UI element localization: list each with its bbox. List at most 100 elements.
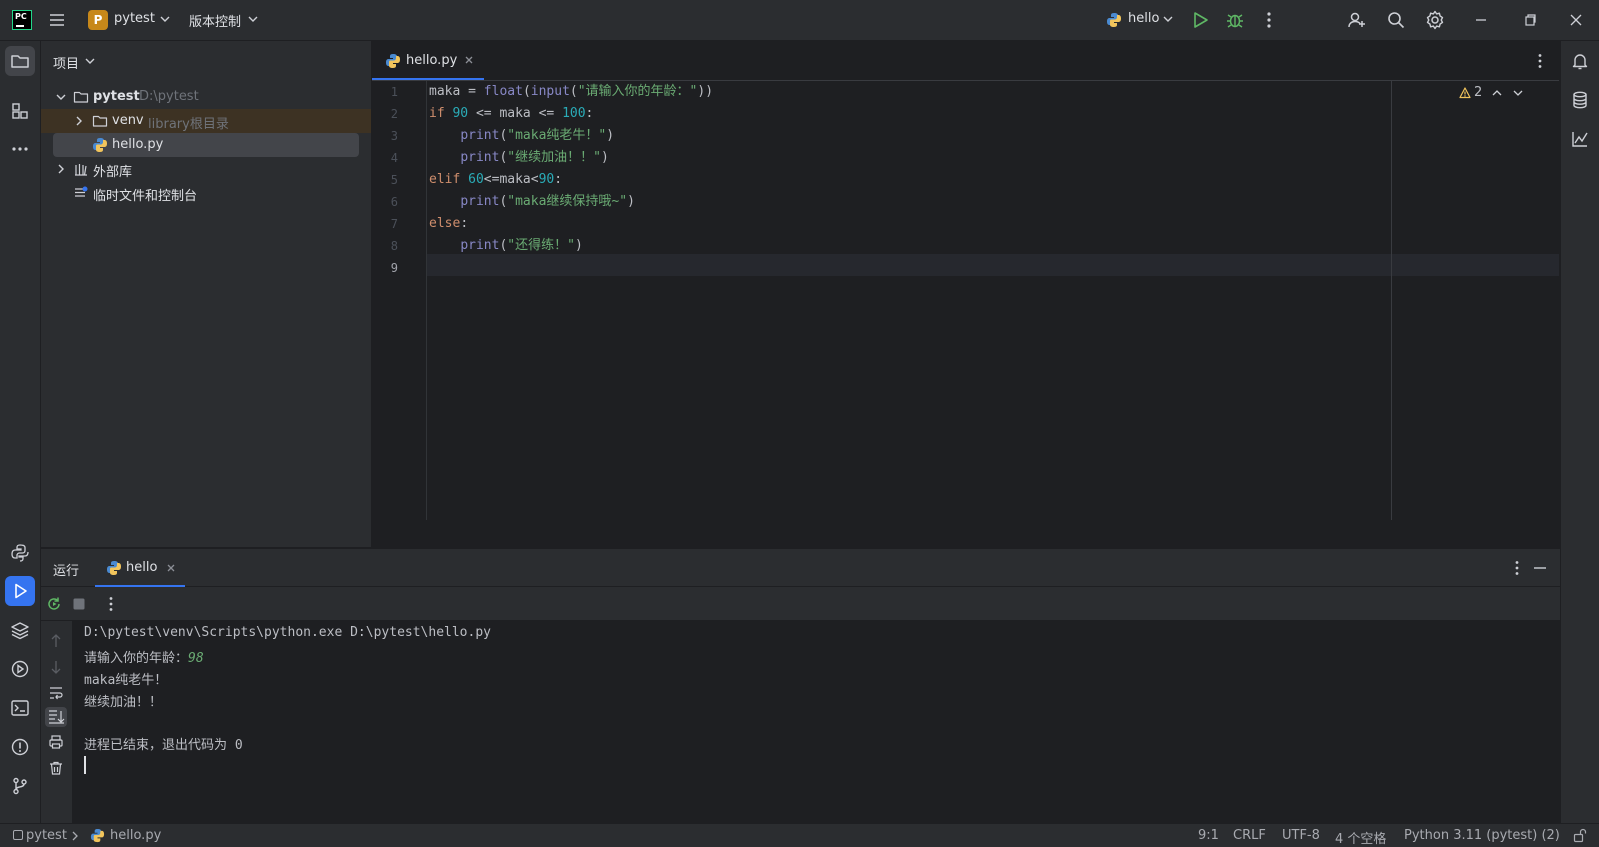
tree-item-hello-py[interactable]: hello.py (53, 133, 359, 157)
run-config-selector[interactable]: hello (1128, 11, 1159, 26)
python-file-icon (90, 828, 105, 843)
code-line-6[interactable]: print("maka继续保持哦~") (429, 191, 635, 213)
run-tab-hello[interactable]: hello (95, 549, 185, 587)
chevron-right-icon[interactable] (75, 116, 83, 126)
line-number: 4 (390, 151, 398, 165)
arrow-down-icon[interactable] (49, 659, 63, 675)
chevron-down-icon[interactable] (1513, 89, 1523, 97)
search-icon[interactable] (1386, 10, 1406, 30)
arrow-up-icon[interactable] (49, 633, 63, 649)
project-badge[interactable]: P (88, 10, 108, 30)
line-number: 6 (390, 195, 398, 209)
run-icon[interactable] (1190, 10, 1210, 30)
chevron-down-icon[interactable] (56, 93, 66, 101)
project-tool-button[interactable] (5, 46, 35, 76)
sciview-chart-icon[interactable] (1570, 129, 1590, 149)
warning-triangle-icon[interactable] (1459, 87, 1471, 99)
encoding-selector[interactable]: UTF-8 (1282, 828, 1320, 843)
chevron-down-icon[interactable] (85, 57, 95, 65)
layers-icon (11, 622, 29, 640)
stop-icon[interactable] (72, 597, 86, 611)
run-panel-title: 运行 (53, 564, 80, 579)
git-branch-icon (13, 777, 27, 795)
print-icon[interactable] (48, 734, 64, 750)
folder-icon (92, 113, 108, 129)
scroll-to-end-toggle[interactable] (45, 707, 67, 727)
python-console-button[interactable] (5, 538, 35, 568)
python-console-icon (11, 544, 29, 562)
editor-bottom-area (372, 520, 1559, 548)
project-panel-title[interactable]: 项目 (53, 53, 79, 72)
terminal-button[interactable] (5, 693, 35, 723)
tree-item-label: venv (112, 113, 144, 128)
code-line-1[interactable]: maka = float(input("请输入你的年龄：")) (429, 81, 713, 103)
run-tool-button[interactable] (5, 576, 35, 606)
unlock-icon[interactable] (1573, 828, 1587, 843)
structure-tool-button[interactable] (5, 96, 35, 126)
tree-item-external-libraries[interactable]: 外部库 (41, 157, 371, 181)
database-icon[interactable] (1570, 90, 1590, 110)
tree-item-venv[interactable]: venv library根目录 (41, 109, 371, 133)
more-horizontal-icon (12, 147, 28, 151)
python-icon (1106, 12, 1122, 28)
line-number: 8 (390, 239, 398, 253)
notifications-bell-icon[interactable] (1570, 51, 1590, 71)
close-icon[interactable] (1566, 10, 1586, 30)
breadcrumb-file[interactable]: hello.py (110, 828, 161, 843)
tab-close-icon[interactable] (166, 563, 176, 573)
more-tools-button[interactable] (5, 134, 35, 164)
chevron-right-icon[interactable] (57, 164, 65, 174)
breadcrumb-project[interactable]: pytest (26, 828, 67, 843)
line-ending-selector[interactable]: CRLF (1233, 828, 1266, 843)
services-button[interactable] (5, 654, 35, 684)
chevron-down-icon[interactable] (1163, 15, 1173, 23)
line-number: 5 (390, 173, 398, 187)
console-text-cursor (84, 756, 86, 774)
debug-icon[interactable] (1225, 10, 1245, 30)
problems-button[interactable] (5, 732, 35, 762)
code-line-8[interactable]: print("还得练！") (429, 235, 582, 257)
tree-item-hint: library根目录 (148, 117, 229, 132)
minimize-icon[interactable] (1471, 10, 1491, 30)
code-editor[interactable]: 1 2 3 4 5 6 7 8 9 maka = float(input("请输… (372, 81, 1559, 520)
console-output[interactable]: D:\pytest\venv\Scripts\python.exe D:\pyt… (73, 621, 1560, 824)
run-tab-label: hello (126, 560, 158, 575)
code-line-4[interactable]: print("继续加油！！") (429, 147, 608, 169)
chevron-down-icon[interactable] (160, 15, 170, 23)
caret-position[interactable]: 9:1 (1198, 828, 1219, 843)
vcs-menu[interactable]: 版本控制 (189, 11, 241, 30)
more-vertical-icon[interactable] (103, 595, 119, 613)
soft-wrap-icon[interactable] (48, 685, 64, 701)
folder-icon (73, 89, 89, 105)
interpreter-selector[interactable]: Python 3.11 (pytest) (2) (1404, 828, 1560, 843)
code-line-5[interactable]: elif 60<=maka<90: (429, 169, 562, 191)
editor-tab-label: hello.py (406, 53, 458, 68)
chevron-up-icon[interactable] (1492, 89, 1502, 97)
tab-close-icon[interactable] (464, 55, 474, 65)
indent-selector[interactable]: 4 个空格 (1335, 828, 1386, 847)
main-menu-icon[interactable] (48, 11, 66, 29)
trash-icon[interactable] (48, 760, 64, 776)
warnings-count[interactable]: 2 (1474, 85, 1482, 100)
editor-tab-hello-py[interactable]: hello.py (372, 41, 484, 80)
python-packages-button[interactable] (5, 615, 35, 645)
settings-gear-icon[interactable] (1425, 10, 1445, 30)
chevron-down-icon[interactable] (248, 15, 258, 23)
line-number: 7 (390, 217, 398, 231)
add-user-icon[interactable] (1347, 10, 1367, 30)
code-line-7[interactable]: else: (429, 213, 468, 235)
code-line-3[interactable]: print("maka纯老牛！") (429, 125, 614, 147)
project-name[interactable]: pytest (114, 11, 155, 26)
more-vertical-icon[interactable] (1259, 10, 1279, 30)
pycharm-logo: PC (12, 10, 32, 30)
more-vertical-icon[interactable] (1509, 559, 1525, 577)
git-button[interactable] (5, 771, 35, 801)
restore-icon[interactable] (1520, 10, 1540, 30)
rerun-icon[interactable] (45, 595, 63, 613)
code-line-2[interactable]: if 90 <= maka <= 100: (429, 103, 593, 125)
more-vertical-icon[interactable] (1532, 52, 1548, 70)
tree-item-pytest[interactable]: pytest D:\pytest (41, 85, 371, 109)
tree-item-scratches[interactable]: 临时文件和控制台 (41, 181, 371, 205)
hide-panel-icon[interactable] (1532, 559, 1548, 577)
title-bar: PC P pytest 版本控制 hello (0, 0, 1599, 41)
